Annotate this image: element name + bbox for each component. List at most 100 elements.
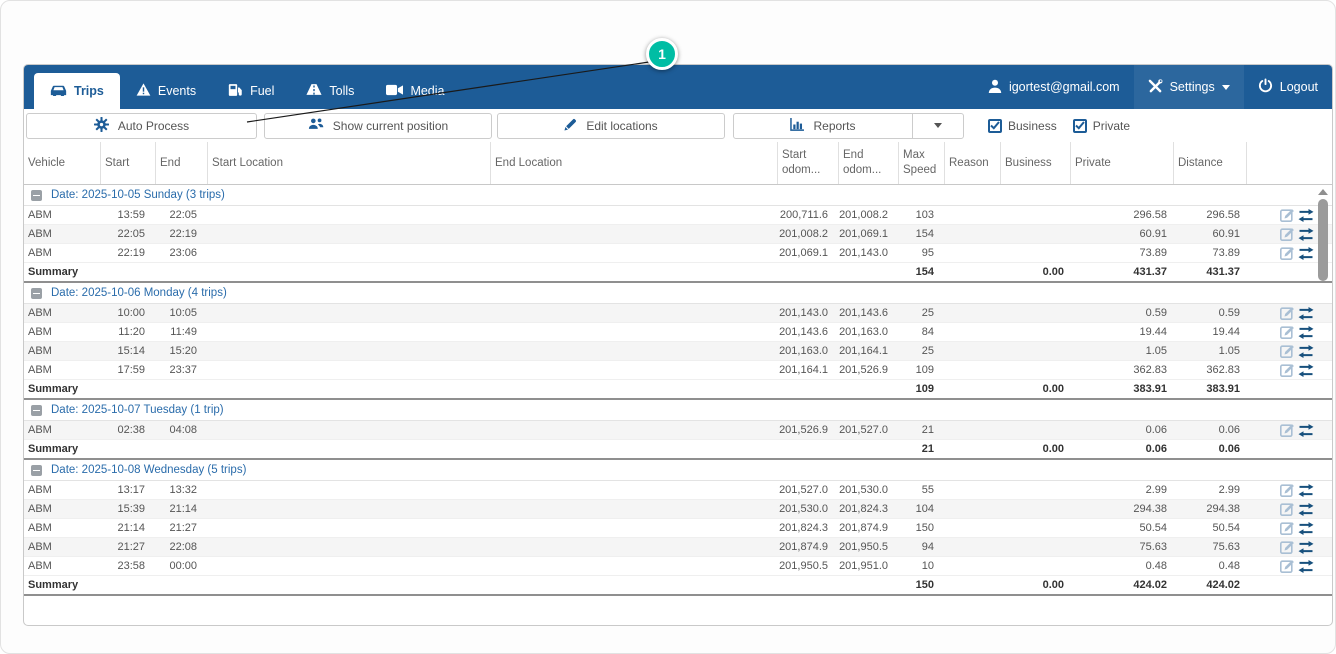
cell-end-location [490, 538, 777, 556]
cell-distance: 294.38 [1173, 500, 1246, 518]
table-row[interactable]: ABM13:1713:32201,527.0201,530.0552.992.9… [24, 481, 1332, 500]
swap-row-icon[interactable] [1298, 345, 1314, 358]
group-header[interactable]: Date: 2025-10-05 Sunday (3 trips) [24, 185, 1332, 206]
column-header-start[interactable]: Start [100, 142, 155, 184]
cell-max-speed: 95 [898, 244, 944, 262]
column-header-start-odom[interactable]: Start odom... [777, 142, 838, 184]
cell-end-location [490, 481, 777, 499]
table-row[interactable]: ABM11:2011:49201,143.6201,163.08419.4419… [24, 323, 1332, 342]
group-header[interactable]: Date: 2025-10-07 Tuesday (1 trip) [24, 400, 1332, 421]
scrollbar-thumb[interactable] [1318, 199, 1328, 281]
table-row[interactable]: ABM22:0522:19201,008.2201,069.115460.916… [24, 225, 1332, 244]
scroll-up-icon[interactable] [1318, 189, 1328, 195]
cell-distance: 0.48 [1173, 557, 1246, 575]
auto-process-button[interactable]: Auto Process [26, 113, 257, 139]
cell-business [1000, 481, 1070, 499]
vertical-scrollbar[interactable] [1316, 187, 1329, 623]
swap-row-icon[interactable] [1298, 541, 1314, 554]
cell-business [1000, 342, 1070, 360]
edit-row-icon[interactable] [1280, 208, 1294, 222]
collapse-minus-icon[interactable] [31, 465, 42, 476]
cell-end-location [490, 225, 777, 243]
swap-row-icon[interactable] [1298, 484, 1314, 497]
table-row[interactable]: ABM21:1421:27201,824.3201,874.915050.545… [24, 519, 1332, 538]
collapse-minus-icon[interactable] [31, 190, 42, 201]
edit-row-icon[interactable] [1280, 227, 1294, 241]
swap-row-icon[interactable] [1298, 209, 1314, 222]
cell-vehicle: ABM [24, 519, 100, 537]
column-header-end-location[interactable]: End Location [490, 142, 777, 184]
cell-reason [944, 244, 1000, 262]
edit-row-icon[interactable] [1280, 246, 1294, 260]
table-row[interactable]: ABM02:3804:08201,526.9201,527.0210.060.0… [24, 421, 1332, 440]
table-row[interactable]: ABM15:3921:14201,530.0201,824.3104294.38… [24, 500, 1332, 519]
group-header[interactable]: Date: 2025-10-08 Wednesday (5 trips) [24, 460, 1332, 481]
swap-row-icon[interactable] [1298, 522, 1314, 535]
swap-row-icon[interactable] [1298, 364, 1314, 377]
edit-row-icon[interactable] [1280, 521, 1294, 535]
swap-row-icon[interactable] [1298, 560, 1314, 573]
business-checkbox[interactable]: Business [988, 119, 1057, 133]
column-header-distance[interactable]: Distance [1173, 142, 1246, 184]
cell-start-location [207, 421, 490, 439]
show-current-position-button[interactable]: Show current position [264, 113, 492, 139]
swap-row-icon[interactable] [1298, 503, 1314, 516]
edit-row-icon[interactable] [1280, 483, 1294, 497]
tab-media[interactable]: Media [370, 73, 460, 109]
group-header[interactable]: Date: 2025-10-06 Monday (4 trips) [24, 283, 1332, 304]
logout-button[interactable]: Logout [1244, 65, 1332, 109]
collapse-minus-icon[interactable] [31, 288, 42, 299]
table-row[interactable]: ABM17:5923:37201,164.1201,526.9109362.83… [24, 361, 1332, 380]
column-header-end[interactable]: End [155, 142, 207, 184]
edit-row-icon[interactable] [1280, 502, 1294, 516]
table-row[interactable]: ABM22:1923:06201,069.1201,143.09573.8973… [24, 244, 1332, 263]
edit-row-icon[interactable] [1280, 363, 1294, 377]
tab-tolls[interactable]: Tolls [290, 73, 370, 109]
swap-row-icon[interactable] [1298, 228, 1314, 241]
cell-end-time: 15:20 [155, 342, 207, 360]
column-header-max-speed[interactable]: Max Speed [898, 142, 944, 184]
edit-row-icon[interactable] [1280, 325, 1294, 339]
tab-fuel[interactable]: Fuel [212, 73, 290, 109]
edit-row-icon[interactable] [1280, 344, 1294, 358]
column-header-private[interactable]: Private [1070, 142, 1173, 184]
account-menu[interactable]: igortest@gmail.com [974, 65, 1134, 109]
summary-row: Summary1540.00431.37431.37 [24, 263, 1332, 283]
edit-row-icon[interactable] [1280, 423, 1294, 437]
cell-private: 294.38 [1070, 500, 1173, 518]
group-date-label: Date: 2025-10-05 Sunday (3 trips) [51, 189, 225, 201]
table-row[interactable]: ABM10:0010:05201,143.0201,143.6250.590.5… [24, 304, 1332, 323]
table-row[interactable]: ABM23:5800:00201,950.5201,951.0100.480.4… [24, 557, 1332, 576]
private-checkbox[interactable]: Private [1073, 119, 1130, 133]
table-row[interactable]: ABM21:2722:08201,874.9201,950.59475.6375… [24, 538, 1332, 557]
column-header-vehicle[interactable]: Vehicle [24, 142, 100, 184]
column-header-end-odom[interactable]: End odom... [838, 142, 898, 184]
cell-vehicle: ABM [24, 481, 100, 499]
cell-end-odom: 201,143.6 [838, 304, 898, 322]
swap-row-icon[interactable] [1298, 424, 1314, 437]
cell-reason [944, 342, 1000, 360]
cell-vehicle: ABM [24, 244, 100, 262]
table-row[interactable]: ABM15:1415:20201,163.0201,164.1251.051.0… [24, 342, 1332, 361]
column-header-reason[interactable]: Reason [944, 142, 1000, 184]
cell-business [1000, 538, 1070, 556]
swap-row-icon[interactable] [1298, 247, 1314, 260]
tab-trips[interactable]: Trips [34, 73, 120, 109]
swap-row-icon[interactable] [1298, 307, 1314, 320]
column-header-start-location[interactable]: Start Location [207, 142, 490, 184]
column-header-business[interactable]: Business [1000, 142, 1070, 184]
table-row[interactable]: ABM13:5922:05200,711.6201,008.2103296.58… [24, 206, 1332, 225]
summary-private: 424.02 [1070, 576, 1173, 594]
reports-button[interactable]: Reports [733, 113, 913, 139]
edit-row-icon[interactable] [1280, 559, 1294, 573]
cell-start-odom: 201,824.3 [777, 519, 838, 537]
collapse-minus-icon[interactable] [31, 405, 42, 416]
reports-dropdown-button[interactable] [912, 113, 964, 139]
tab-events[interactable]: Events [120, 73, 212, 109]
edit-row-icon[interactable] [1280, 306, 1294, 320]
settings-menu[interactable]: Settings [1134, 65, 1244, 109]
cell-start-time: 10:00 [100, 304, 155, 322]
edit-row-icon[interactable] [1280, 540, 1294, 554]
edit-locations-button[interactable]: Edit locations [497, 113, 725, 139]
swap-row-icon[interactable] [1298, 326, 1314, 339]
